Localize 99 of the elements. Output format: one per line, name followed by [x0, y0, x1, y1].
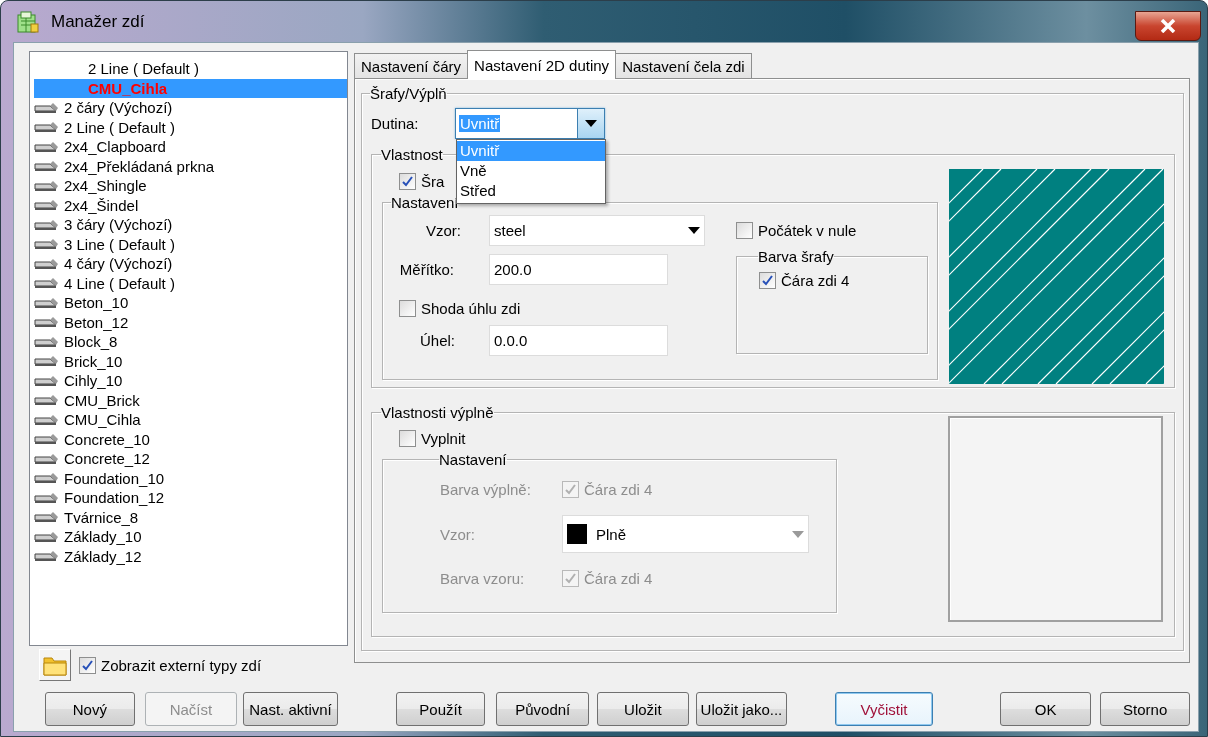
wall-icon	[34, 277, 60, 290]
wall-type-item[interactable]: 3 Line ( Default )	[34, 234, 347, 254]
wall-type-item[interactable]: Cihly_10	[34, 371, 347, 391]
wall-icon	[34, 296, 60, 309]
wall-type-item[interactable]: 2x4_Shingle	[34, 176, 347, 196]
wall-icon	[34, 101, 60, 114]
dialog-button[interactable]: Nast. aktivní	[243, 692, 338, 726]
field-label: Barva výplně:	[440, 480, 532, 498]
check-icon	[565, 483, 576, 495]
wall-icon	[34, 491, 60, 504]
wall-icon	[34, 140, 60, 153]
wall-type-item[interactable]: 4 Line ( Default )	[34, 273, 347, 293]
scale-field[interactable]: 200.0	[489, 254, 668, 285]
angle-field[interactable]: 0.0.0	[489, 325, 668, 356]
wall-icon	[34, 530, 60, 543]
check-icon	[82, 659, 93, 671]
dropdown-option[interactable]: Vně	[457, 160, 605, 181]
wall-type-item[interactable]: Block_8	[34, 332, 347, 352]
close-button[interactable]	[1135, 11, 1201, 41]
field-label: Barva vzoru:	[440, 569, 526, 587]
dialog-button[interactable]: Uložit	[597, 692, 689, 726]
group-title: Barva šrafy	[758, 248, 834, 265]
wall-type-item[interactable]: 3 čáry (Výchozí)	[34, 215, 347, 235]
wall-type-item[interactable]: Beton_10	[34, 293, 347, 313]
wall-icon	[34, 121, 60, 134]
wall-type-item[interactable]: 2 čáry (Výchozí)	[34, 98, 347, 118]
wall-icon	[34, 394, 60, 407]
wall-type-item[interactable]: 2 Line ( Default )	[34, 59, 347, 79]
dialog-button[interactable]: Vyčistit	[835, 692, 933, 726]
wall-type-item[interactable]: 4 čáry (Výchozí)	[34, 254, 347, 274]
dialog-button[interactable]: Původní	[496, 692, 590, 726]
wall-icon	[34, 472, 60, 485]
color-swatch	[567, 524, 587, 544]
wall-type-item[interactable]: Základy_10	[34, 527, 347, 547]
fill-checkbox[interactable]: Vyplnit	[399, 429, 466, 447]
wall-type-item[interactable]: 2 Line ( Default )	[34, 117, 347, 137]
wall-icon	[34, 257, 60, 270]
wall-type-item[interactable]: Brick_10	[34, 351, 347, 371]
dropdown-option[interactable]: Střed	[457, 180, 605, 201]
wall-icon	[34, 160, 60, 173]
app-icon	[17, 10, 39, 33]
tab[interactable]: Nastavení čela zdi	[615, 53, 752, 79]
hatch-color-checkbox[interactable]: Čára zdi 4	[759, 271, 850, 289]
wall-type-item[interactable]: Foundation_10	[34, 468, 347, 488]
dialog-button[interactable]: OK	[999, 692, 1092, 726]
wall-type-item[interactable]: Concrete_10	[34, 429, 347, 449]
tab[interactable]: Nastavení 2D dutiny	[467, 50, 617, 79]
caret-icon	[792, 530, 804, 538]
wall-type-item[interactable]: CMU_Brick	[34, 390, 347, 410]
group-title: Vlastnost	[381, 146, 443, 163]
field-label: Dutina:	[371, 114, 420, 132]
dialog-button[interactable]: Storno	[1100, 692, 1190, 726]
check-icon	[762, 274, 773, 286]
check-icon	[565, 572, 576, 584]
field-label: Měřítko:	[398, 261, 455, 278]
external-types-checkbox[interactable]: Zobrazit externí typy zdí	[79, 656, 262, 674]
wall-type-item[interactable]: Foundation_12	[34, 488, 347, 508]
wall-icon	[34, 316, 60, 329]
wall-type-item[interactable]: 2x4_Šindel	[34, 195, 347, 215]
wall-type-item[interactable]: Beton_12	[34, 312, 347, 332]
wall-icon	[34, 199, 60, 212]
tab[interactable]: Nastavení čáry	[354, 53, 469, 79]
hatch-checkbox[interactable]: Šra	[399, 172, 445, 190]
dialog-button[interactable]: Uložit jako...	[695, 692, 788, 726]
folder-button[interactable]	[39, 649, 71, 681]
wall-icon	[34, 433, 60, 446]
field-label: Úhel:	[418, 332, 456, 349]
wall-icon	[34, 452, 60, 465]
pattern-dropdown[interactable]: steel	[489, 215, 705, 246]
dialog-button[interactable]: Použít	[395, 692, 486, 726]
caret-icon	[688, 227, 700, 234]
wall-type-item[interactable]: CMU_Cihla	[34, 410, 347, 430]
wall-icon	[34, 355, 60, 368]
wall-type-item[interactable]: 2x4_Clapboard	[34, 137, 347, 157]
wall-type-item[interactable]: Tvárnice_8	[34, 507, 347, 527]
group-title: Vlastnosti výplně	[381, 404, 494, 421]
field-label: Vzor:	[440, 525, 476, 543]
window-title: Manažer zdí	[51, 11, 145, 32]
folder-icon	[43, 654, 67, 676]
wall-type-item[interactable]: 2x4_Překládaná prkna	[34, 156, 347, 176]
wall-icon	[34, 238, 60, 251]
wall-icon	[34, 335, 60, 348]
match-angle-checkbox[interactable]: Shoda úhlu zdi	[399, 299, 521, 317]
origin-checkbox[interactable]: Počátek v nule	[736, 222, 857, 239]
group-title: Šrafy/Výplň	[370, 85, 447, 102]
check-icon	[402, 175, 413, 187]
wall-icon	[34, 374, 60, 387]
group-title: Nastavení	[439, 451, 507, 468]
wall-type-item[interactable]: Základy_12	[34, 546, 347, 566]
dialog-button[interactable]: Nový	[45, 692, 135, 726]
wall-type-item[interactable]: Concrete_12	[34, 449, 347, 469]
field-label: Vzor:	[425, 222, 462, 239]
wall-icon	[34, 179, 60, 192]
caret-icon	[585, 119, 597, 127]
wall-icon	[34, 511, 60, 524]
wall-icon	[34, 413, 60, 426]
close-icon	[1160, 19, 1176, 33]
wall-icon	[34, 550, 60, 563]
wall-icon	[34, 218, 60, 231]
